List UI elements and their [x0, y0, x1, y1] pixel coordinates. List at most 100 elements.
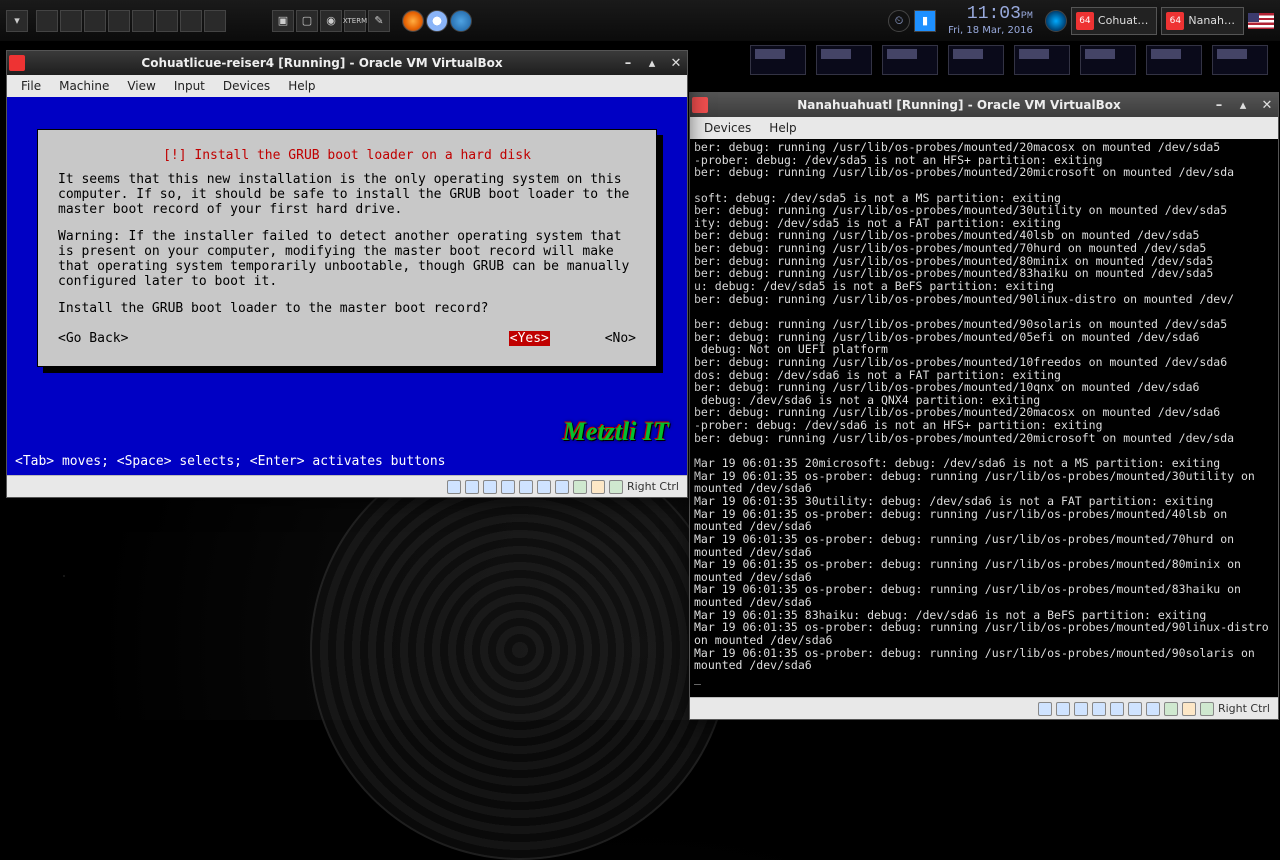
- status-icon[interactable]: [519, 480, 533, 494]
- menu-devices[interactable]: Devices: [215, 77, 278, 95]
- status-icon[interactable]: [591, 480, 605, 494]
- launcher-icon[interactable]: [180, 10, 202, 32]
- host-key-label: Right Ctrl: [1218, 702, 1270, 715]
- workspace-thumb[interactable]: [1146, 45, 1202, 75]
- menu-machine[interactable]: Machine: [51, 77, 117, 95]
- status-icon[interactable]: [1182, 702, 1196, 716]
- gauge-icon[interactable]: ⏲: [888, 10, 910, 32]
- terminal-icon[interactable]: ▣: [272, 10, 294, 32]
- status-icon[interactable]: [537, 480, 551, 494]
- status-icon[interactable]: [465, 480, 479, 494]
- workspace-thumb[interactable]: [948, 45, 1004, 75]
- launcher-icon[interactable]: [204, 10, 226, 32]
- window-title: Nanahuahuatl [Running] - Oracle VM Virtu…: [714, 98, 1204, 112]
- xterm-icon[interactable]: XTERM: [344, 10, 366, 32]
- keyboard-layout-flag-icon[interactable]: [1248, 13, 1274, 29]
- monitor-icon[interactable]: ▢: [296, 10, 318, 32]
- maximize-button[interactable]: ▴: [643, 55, 661, 71]
- battery-icon[interactable]: ▮: [914, 10, 936, 32]
- task-label: Cohuat…: [1098, 14, 1148, 27]
- maximize-button[interactable]: ▴: [1234, 97, 1252, 113]
- task-badge: 64: [1076, 12, 1094, 30]
- launcher-icon[interactable]: [156, 10, 178, 32]
- vm-window-cohuatlicue[interactable]: Cohuatlicue-reiser4 [Running] - Oracle V…: [6, 50, 688, 498]
- app-icon: [692, 97, 708, 113]
- workspace-thumb[interactable]: [1212, 45, 1268, 75]
- dialog-title: [!] Install the GRUB boot loader on a ha…: [58, 148, 636, 163]
- workspace-thumb[interactable]: [1014, 45, 1070, 75]
- firefox-icon[interactable]: [402, 10, 424, 32]
- menubar: Devices Help: [690, 117, 1278, 139]
- host-key-label: Right Ctrl: [627, 480, 679, 493]
- minimize-button[interactable]: –: [1210, 97, 1228, 113]
- status-icon[interactable]: [1146, 702, 1160, 716]
- launcher-icon[interactable]: [36, 10, 58, 32]
- app-icon: [9, 55, 25, 71]
- chromium-icon[interactable]: [426, 10, 448, 32]
- menubar: File Machine View Input Devices Help: [7, 75, 687, 97]
- status-icon[interactable]: [447, 480, 461, 494]
- editor-icon[interactable]: ✎: [368, 10, 390, 32]
- installer-helpline: <Tab> moves; <Space> selects; <Enter> ac…: [15, 454, 445, 469]
- task-label: Nanah…: [1188, 14, 1235, 27]
- clock-ampm: PM: [1021, 11, 1033, 22]
- status-icon[interactable]: [1038, 702, 1052, 716]
- menu-file[interactable]: File: [13, 77, 49, 95]
- menu-input[interactable]: Input: [166, 77, 213, 95]
- tv-icon[interactable]: ◉: [320, 10, 342, 32]
- workspace-thumb[interactable]: [1080, 45, 1136, 75]
- status-icon[interactable]: [1092, 702, 1106, 716]
- app-launcher-group: ▣ ▢ ◉ XTERM ✎: [272, 10, 390, 32]
- status-icon[interactable]: [609, 480, 623, 494]
- menu-help[interactable]: Help: [761, 119, 804, 137]
- status-icon[interactable]: [573, 480, 587, 494]
- status-icon[interactable]: [1164, 702, 1178, 716]
- status-icon[interactable]: [1128, 702, 1142, 716]
- vm-window-nanahuahuatl[interactable]: Nanahuahuatl [Running] - Oracle VM Virtu…: [689, 92, 1279, 720]
- vm-statusbar: Right Ctrl: [7, 475, 687, 497]
- status-icon[interactable]: [1056, 702, 1070, 716]
- installer-dialog: [!] Install the GRUB boot loader on a ha…: [37, 129, 657, 367]
- yes-button[interactable]: <Yes>: [509, 331, 550, 346]
- titlebar[interactable]: Cohuatlicue-reiser4 [Running] - Oracle V…: [7, 51, 687, 75]
- workspace-thumb[interactable]: [882, 45, 938, 75]
- dialog-question: Install the GRUB boot loader to the mast…: [58, 302, 636, 317]
- clock[interactable]: 11:03PM Fri, 18 Mar, 2016: [948, 5, 1033, 36]
- status-icon[interactable]: [483, 480, 497, 494]
- window-title: Cohuatlicue-reiser4 [Running] - Oracle V…: [31, 56, 613, 70]
- close-button[interactable]: ✕: [667, 55, 685, 71]
- browser-group: [402, 10, 472, 32]
- go-back-button[interactable]: <Go Back>: [58, 331, 158, 346]
- status-icon[interactable]: [555, 480, 569, 494]
- menu-view[interactable]: View: [119, 77, 163, 95]
- workspace-thumb[interactable]: [816, 45, 872, 75]
- status-icon[interactable]: [1200, 702, 1214, 716]
- workspace-thumb[interactable]: [750, 45, 806, 75]
- menu-devices[interactable]: Devices: [696, 119, 759, 137]
- terminal-output[interactable]: ber: debug: running /usr/lib/os-probes/m…: [690, 139, 1278, 697]
- status-icon[interactable]: [1074, 702, 1088, 716]
- audio-visualizer-icon[interactable]: [1045, 10, 1067, 32]
- status-icon[interactable]: [1110, 702, 1124, 716]
- launcher-icon[interactable]: [60, 10, 82, 32]
- close-button[interactable]: ✕: [1258, 97, 1276, 113]
- minimize-button[interactable]: –: [619, 55, 637, 71]
- clock-date: Fri, 18 Mar, 2016: [948, 25, 1033, 36]
- vm-statusbar: Right Ctrl: [690, 697, 1278, 719]
- taskbar-entry-vm1[interactable]: 64 Cohuat…: [1071, 7, 1157, 35]
- launcher-icon[interactable]: [108, 10, 130, 32]
- status-icon[interactable]: [501, 480, 515, 494]
- dialog-text-2: Warning: If the installer failed to dete…: [58, 230, 636, 290]
- titlebar[interactable]: Nanahuahuatl [Running] - Oracle VM Virtu…: [690, 93, 1278, 117]
- taskbar-entry-vm2[interactable]: 64 Nanah…: [1161, 7, 1244, 35]
- menu-help[interactable]: Help: [280, 77, 323, 95]
- dialog-text-1: It seems that this new installation is t…: [58, 173, 636, 218]
- menu-button[interactable]: ▾: [6, 10, 28, 32]
- vm-display[interactable]: [!] Install the GRUB boot loader on a ha…: [7, 97, 687, 475]
- launcher-icon[interactable]: [84, 10, 106, 32]
- globe-icon[interactable]: [450, 10, 472, 32]
- task-badge: 64: [1166, 12, 1184, 30]
- launcher-group: [36, 10, 226, 32]
- no-button[interactable]: <No>: [605, 331, 636, 346]
- launcher-icon[interactable]: [132, 10, 154, 32]
